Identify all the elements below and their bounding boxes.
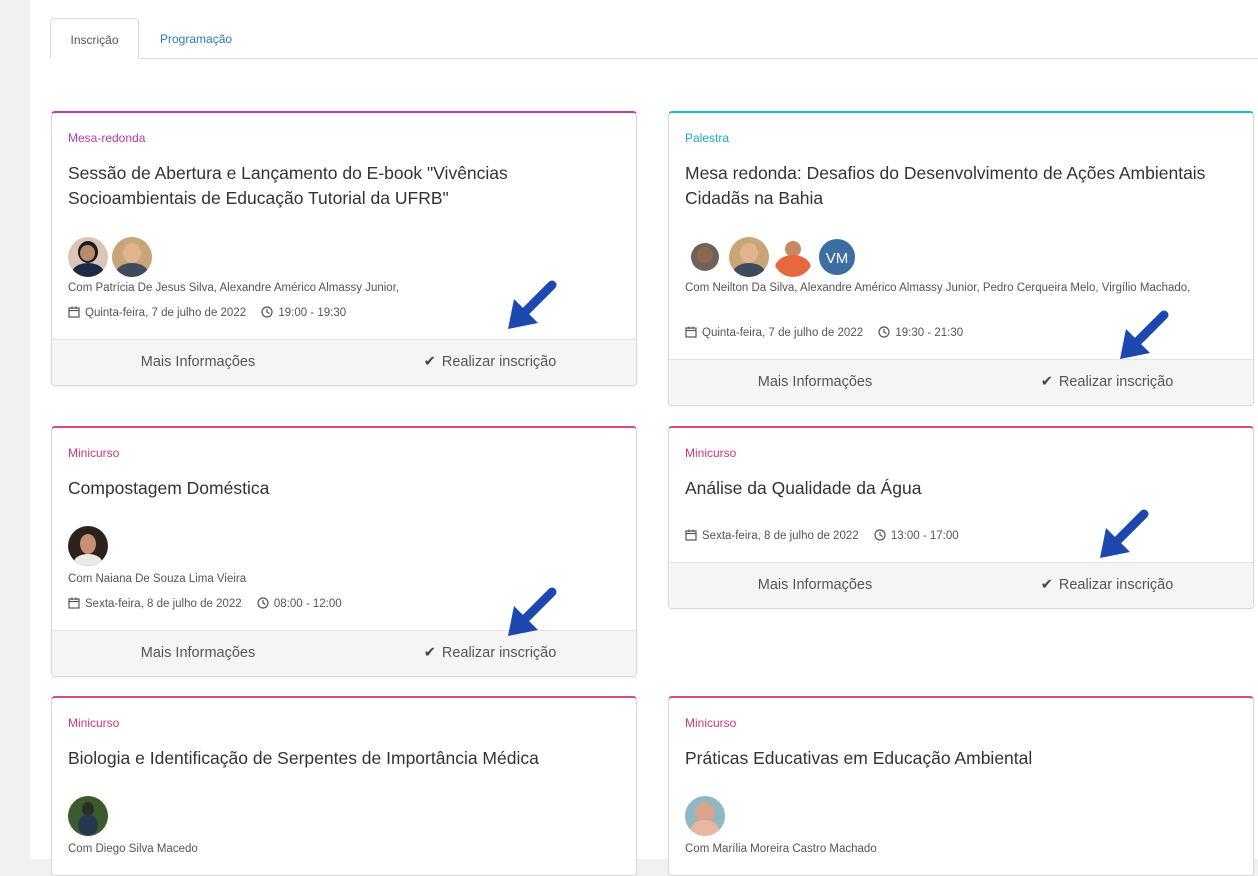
event-time: 19:30 - 21:30 bbox=[895, 327, 964, 339]
register-button[interactable]: ✔ Realizar inscrição bbox=[961, 360, 1253, 405]
annotation-arrow-icon bbox=[504, 277, 560, 333]
avatar bbox=[68, 526, 108, 566]
check-icon: ✔ bbox=[1040, 374, 1053, 390]
avatar bbox=[729, 237, 769, 277]
event-title: Práticas Educativas em Educação Ambienta… bbox=[685, 748, 1033, 768]
tab-inscricao[interactable]: Inscrição bbox=[50, 18, 139, 59]
clock-icon bbox=[874, 529, 886, 541]
card-footer: Mais Informações ✔ Realizar inscrição bbox=[52, 339, 636, 385]
event-type: Palestra bbox=[685, 131, 730, 145]
avatar bbox=[112, 237, 152, 277]
event-card: Minicurso Práticas Educativas em Educaçã… bbox=[668, 696, 1254, 876]
calendar-icon bbox=[68, 306, 80, 318]
event-title: Análise da Qualidade da Água bbox=[685, 478, 922, 498]
tab-bar: Inscrição Programação bbox=[50, 18, 1258, 59]
event-type: Minicurso bbox=[685, 446, 737, 460]
event-datetime: Sexta-feira, 8 de julho de 2022 08:00 - … bbox=[68, 596, 342, 612]
check-icon: ✔ bbox=[1040, 577, 1053, 593]
event-type: Minicurso bbox=[68, 716, 120, 730]
presenters: Com Diego Silva Macedo bbox=[68, 843, 198, 855]
clock-icon bbox=[878, 326, 890, 338]
check-icon: ✔ bbox=[423, 645, 436, 661]
event-type: Mesa-redonda bbox=[68, 131, 146, 145]
avatar bbox=[68, 237, 108, 277]
event-datetime: Sexta-feira, 8 de julho de 2022 13:00 - … bbox=[685, 528, 959, 544]
event-date: Sexta-feira, 8 de julho de 2022 bbox=[85, 598, 242, 610]
more-info-button[interactable]: Mais Informações bbox=[52, 340, 344, 385]
event-time: 13:00 - 17:00 bbox=[890, 530, 959, 542]
more-info-button[interactable]: Mais Informações bbox=[52, 631, 344, 676]
event-time: 08:00 - 12:00 bbox=[273, 598, 342, 610]
register-button[interactable]: ✔ Realizar inscrição bbox=[344, 340, 636, 385]
event-time: 19:00 - 19:30 bbox=[278, 307, 347, 319]
calendar-icon bbox=[68, 597, 80, 609]
register-label: Realizar inscrição bbox=[441, 354, 557, 370]
event-title: Mesa redonda: Desafios do Desenvolviment… bbox=[685, 163, 1206, 208]
event-title: Compostagem Doméstica bbox=[68, 478, 270, 498]
avatar bbox=[773, 237, 813, 277]
event-type: Minicurso bbox=[68, 446, 120, 460]
event-card: Minicurso Biologia e Identificação de Se… bbox=[51, 696, 637, 876]
avatar bbox=[685, 796, 725, 836]
check-icon: ✔ bbox=[423, 354, 436, 370]
avatar bbox=[68, 796, 108, 836]
avatar bbox=[685, 237, 725, 277]
clock-icon bbox=[257, 597, 269, 609]
event-card: Mesa-redonda Sessão de Abertura e Lançam… bbox=[51, 111, 637, 386]
event-type: Minicurso bbox=[685, 716, 737, 730]
annotation-arrow-icon bbox=[1116, 307, 1172, 363]
clock-icon bbox=[261, 306, 273, 318]
page: Inscrição Programação Mesa-redonda Sessã… bbox=[30, 0, 1258, 876]
event-date: Quinta-feira, 7 de julho de 2022 bbox=[702, 327, 864, 339]
card-footer: Mais Informações ✔ Realizar inscrição bbox=[669, 562, 1253, 608]
more-info-button[interactable]: Mais Informações bbox=[669, 563, 961, 608]
event-title: Biologia e Identificação de Serpentes de… bbox=[68, 748, 539, 768]
calendar-icon bbox=[685, 326, 697, 338]
event-date: Sexta-feira, 8 de julho de 2022 bbox=[702, 530, 859, 542]
presenters: Com Marília Moreira Castro Machado bbox=[685, 843, 877, 855]
tab-programacao[interactable]: Programação bbox=[144, 18, 248, 58]
register-label: Realizar inscrição bbox=[441, 645, 557, 661]
register-label: Realizar inscrição bbox=[1058, 374, 1174, 390]
event-datetime: Quinta-feira, 7 de julho de 2022 19:30 -… bbox=[685, 325, 963, 341]
register-button[interactable]: ✔ Realizar inscrição bbox=[344, 631, 636, 676]
annotation-arrow-icon bbox=[1096, 506, 1152, 562]
avatar-initials: VM bbox=[817, 237, 857, 277]
register-label: Realizar inscrição bbox=[1058, 577, 1174, 593]
event-card: Minicurso Análise da Qualidade da Água S… bbox=[668, 426, 1254, 609]
annotation-arrow-icon bbox=[504, 584, 560, 640]
register-button[interactable]: ✔ Realizar inscrição bbox=[961, 563, 1253, 608]
event-datetime: Quinta-feira, 7 de julho de 2022 19:00 -… bbox=[68, 305, 346, 321]
event-date: Quinta-feira, 7 de julho de 2022 bbox=[85, 307, 247, 319]
calendar-icon bbox=[685, 529, 697, 541]
presenters: Com Neilton Da Silva, Alexandre Américo … bbox=[685, 282, 1191, 294]
event-title: Sessão de Abertura e Lançamento do E-boo… bbox=[68, 163, 508, 208]
card-footer: Mais Informações ✔ Realizar inscrição bbox=[669, 359, 1253, 405]
more-info-button[interactable]: Mais Informações bbox=[669, 360, 961, 405]
